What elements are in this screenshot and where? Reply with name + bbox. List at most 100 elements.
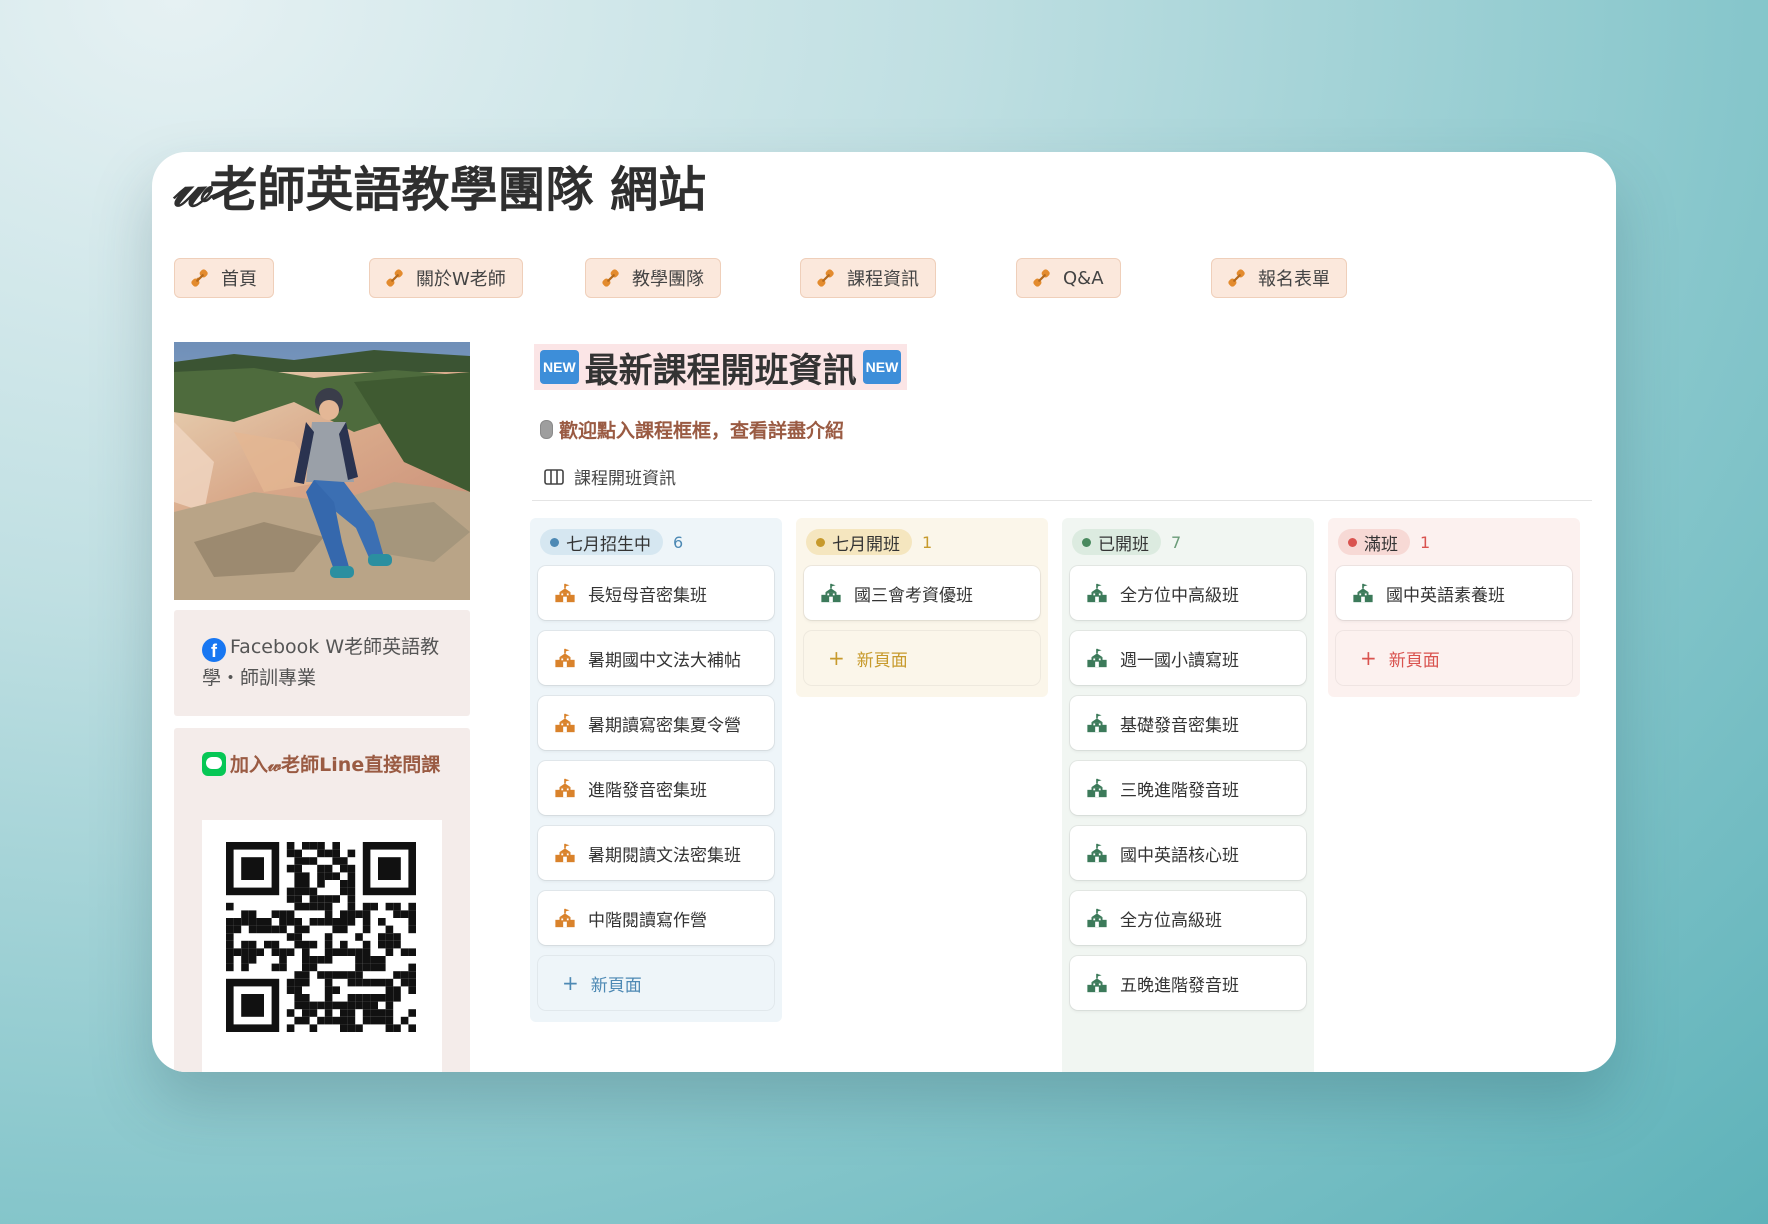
column-header: 七月招生中 6 xyxy=(538,528,774,556)
course-title: 長短母音密集班 xyxy=(588,585,707,606)
nav-signup-button[interactable]: 報名表單 xyxy=(1211,258,1347,298)
column-count: 1 xyxy=(922,532,933,552)
welcome-hint: 歡迎點入課程框框，查看詳盡介紹 xyxy=(540,416,844,443)
school-icon xyxy=(555,713,575,733)
school-icon xyxy=(555,583,575,603)
link-icon xyxy=(817,269,834,287)
course-card[interactable]: 週一國小讀寫班 xyxy=(1070,631,1306,685)
course-title: 週一國小讀寫班 xyxy=(1120,650,1239,671)
column-count: 7 xyxy=(1171,532,1182,552)
status-tag[interactable]: 已開班 xyxy=(1072,529,1161,555)
course-card[interactable]: 暑期閱讀文法密集班 xyxy=(538,826,774,880)
school-icon xyxy=(555,648,575,668)
status-dot-icon xyxy=(1082,537,1091,547)
course-card[interactable]: 長短母音密集班 xyxy=(538,566,774,620)
new-page-button[interactable]: + 新頁面 xyxy=(804,631,1040,685)
nav-qa-button[interactable]: Q&A xyxy=(1016,258,1121,298)
status-tag[interactable]: 七月開班 xyxy=(806,529,912,555)
school-icon xyxy=(1087,843,1107,863)
status-tag[interactable]: 滿班 xyxy=(1338,529,1410,555)
school-icon xyxy=(1087,778,1107,798)
status-label: 七月開班 xyxy=(832,534,900,555)
plus-icon: + xyxy=(562,971,579,995)
board-column: 七月開班 1 國三會考資優班 + 新頁面 xyxy=(796,518,1048,697)
site-title: 𝓌老師英語教學團隊 網站 xyxy=(172,152,706,232)
school-icon xyxy=(1087,648,1107,668)
link-icon xyxy=(602,269,619,287)
nav-label: Q&A xyxy=(1063,267,1104,289)
nav-about-button[interactable]: 關於W老師 xyxy=(369,258,523,298)
board-column: 七月招生中 6 長短母音密集班暑期國中文法大補帖暑期讀寫密集夏令營 進階發音密集班暑期… xyxy=(530,518,782,1022)
facebook-link-box[interactable]: f Facebook W老師英語教學・師訓專業 xyxy=(174,610,470,716)
course-title: 三晚進階發音班 xyxy=(1120,780,1239,801)
site-title-text: 老師英語教學團隊 網站 xyxy=(209,162,707,218)
board-column: 已開班 7 全方位中高級班 週一國小讀寫班 基礎發音密集班 三晚進階發音班 國中英語核心班全… xyxy=(1062,518,1314,1072)
column-header: 已開班 7 xyxy=(1070,528,1306,556)
school-icon xyxy=(555,843,575,863)
top-nav: 首頁 關於W老師 教學團隊 課程資訊 Q&A 報名表單 xyxy=(152,258,1616,300)
mouse-icon xyxy=(540,420,553,439)
board-column: 滿班 1 國中英語素養班 + 新頁面 xyxy=(1328,518,1580,697)
welcome-text: 歡迎點入課程框框，查看詳盡介紹 xyxy=(559,420,845,442)
nav-home-button[interactable]: 首頁 xyxy=(174,258,274,298)
board-view-icon xyxy=(544,468,564,485)
board-view-tab[interactable]: 課程開班資訊 xyxy=(544,464,676,489)
course-card[interactable]: 基礎發音密集班 xyxy=(1070,696,1306,750)
course-title: 全方位高級班 xyxy=(1120,910,1222,931)
course-card[interactable]: 三晚進階發音班 xyxy=(1070,761,1306,815)
plus-icon: + xyxy=(828,646,845,670)
course-title: 暑期閱讀文法密集班 xyxy=(588,845,741,866)
course-card[interactable]: 中階閱讀寫作營 xyxy=(538,891,774,945)
course-card[interactable]: 全方位中高級班 xyxy=(1070,566,1306,620)
school-icon xyxy=(1087,973,1107,993)
status-dot-icon xyxy=(550,537,559,547)
site-logo-w: 𝓌 xyxy=(172,155,210,219)
nav-label: 關於W老師 xyxy=(416,269,506,290)
course-card[interactable]: 全方位高級班 xyxy=(1070,891,1306,945)
course-card[interactable]: 國三會考資優班 xyxy=(804,566,1040,620)
line-contact-box: 加入𝓌老師Line直接問課 xyxy=(174,728,470,1072)
line-contact-link[interactable]: 加入𝓌老師Line直接問課 xyxy=(202,750,442,781)
column-count: 6 xyxy=(673,532,684,552)
teacher-photo xyxy=(174,342,470,600)
course-title: 五晚進階發音班 xyxy=(1120,975,1239,996)
course-title: 全方位中高級班 xyxy=(1120,585,1239,606)
link-icon xyxy=(386,269,403,287)
course-card[interactable]: 五晚進階發音班 xyxy=(1070,956,1306,1010)
link-icon xyxy=(1033,269,1050,287)
nav-team-button[interactable]: 教學團隊 xyxy=(585,258,721,298)
new-page-button[interactable]: + 新頁面 xyxy=(538,956,774,1010)
line-contact-text: 加入𝓌老師Line直接問課 xyxy=(230,754,441,776)
link-icon xyxy=(1228,269,1245,287)
column-header: 滿班 1 xyxy=(1336,528,1572,556)
school-icon xyxy=(1087,908,1107,928)
course-card[interactable]: 暑期讀寫密集夏令營 xyxy=(538,696,774,750)
course-card[interactable]: 國中英語素養班 xyxy=(1336,566,1572,620)
course-card[interactable]: 進階發音密集班 xyxy=(538,761,774,815)
new-badge-icon: NEW xyxy=(540,350,579,384)
status-label: 已開班 xyxy=(1098,534,1149,555)
status-tag[interactable]: 七月招生中 xyxy=(540,529,663,555)
nav-label: 首頁 xyxy=(221,269,257,290)
new-page-label: 新頁面 xyxy=(1388,650,1440,671)
school-icon xyxy=(555,778,575,798)
course-card[interactable]: 國中英語核心班 xyxy=(1070,826,1306,880)
course-card[interactable]: 暑期國中文法大補帖 xyxy=(538,631,774,685)
new-page-button[interactable]: + 新頁面 xyxy=(1336,631,1572,685)
nav-courses-button[interactable]: 課程資訊 xyxy=(800,258,936,298)
board-view-label: 課程開班資訊 xyxy=(574,469,676,489)
plus-icon: + xyxy=(1360,646,1377,670)
status-dot-icon xyxy=(1348,537,1357,547)
column-count: 1 xyxy=(1420,532,1431,552)
line-icon xyxy=(202,752,226,776)
new-page-label: 新頁面 xyxy=(590,975,642,996)
link-icon xyxy=(191,269,208,287)
school-icon xyxy=(1087,583,1107,603)
course-title: 國中英語核心班 xyxy=(1120,845,1239,866)
course-title: 基礎發音密集班 xyxy=(1120,715,1239,736)
column-header: 七月開班 1 xyxy=(804,528,1040,556)
course-title: 國中英語素養班 xyxy=(1386,585,1505,606)
nav-label: 報名表單 xyxy=(1258,269,1330,290)
course-title: 暑期國中文法大補帖 xyxy=(588,650,741,671)
course-title: 國三會考資優班 xyxy=(854,585,973,606)
